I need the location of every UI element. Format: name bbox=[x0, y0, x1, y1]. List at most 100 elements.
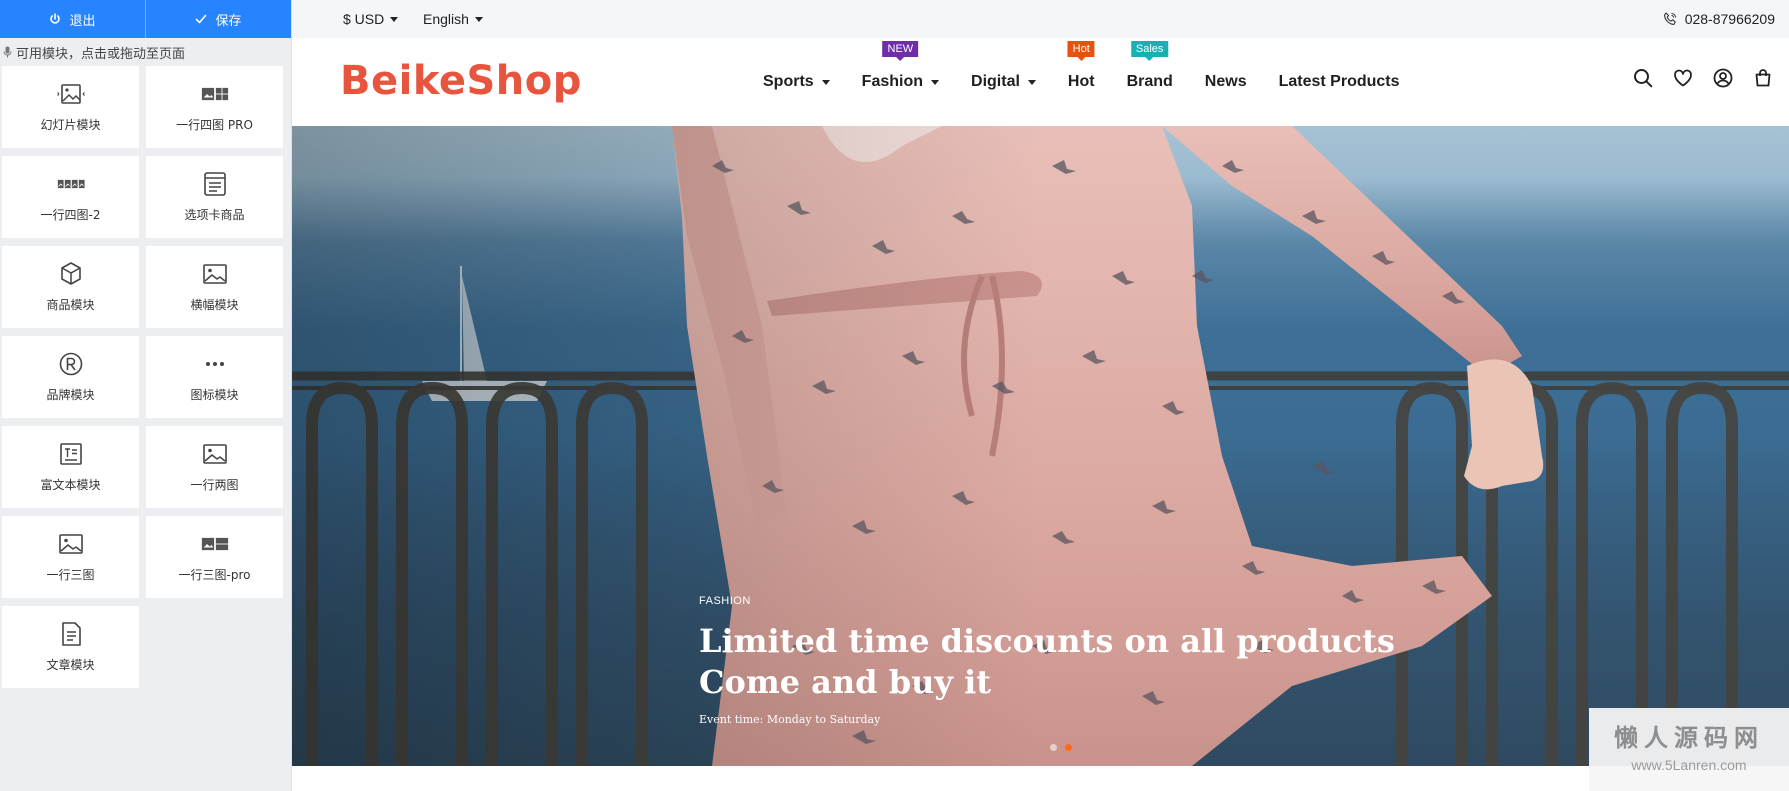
hero-category: FASHION bbox=[699, 595, 751, 607]
nav-badge-hot: Hot bbox=[1067, 41, 1095, 57]
module-article[interactable]: 文章模块 bbox=[2, 606, 139, 688]
nav-item-fashion[interactable]: NEW Fashion bbox=[861, 41, 940, 91]
nav-item-digital[interactable]: Digital bbox=[971, 73, 1036, 91]
nav-item-brand[interactable]: Sales Brand bbox=[1126, 41, 1173, 91]
hero-slideshow[interactable]: FASHION Limited time discounts on all pr… bbox=[292, 126, 1789, 766]
watermark-url: www.5Lanren.com bbox=[1631, 757, 1747, 773]
three-images-icon bbox=[58, 534, 83, 554]
site-logo[interactable]: BeikeShop bbox=[340, 58, 582, 104]
module-three-images-pro[interactable]: 一行三图-pro bbox=[146, 516, 283, 598]
user-icon[interactable] bbox=[1713, 68, 1733, 88]
tab-products-icon bbox=[203, 172, 226, 196]
module-label: 选项卡商品 bbox=[184, 208, 245, 222]
slide-pagination bbox=[1050, 744, 1072, 751]
nav-label: Digital bbox=[971, 73, 1020, 90]
heart-icon[interactable] bbox=[1673, 68, 1693, 88]
module-four-images-pro[interactable]: 一行四图 PRO bbox=[146, 66, 283, 148]
nav-item-sports[interactable]: Sports bbox=[763, 73, 830, 91]
module-hint-text: 可用模块，点击或拖动至页面 bbox=[16, 45, 186, 61]
module-rich-text[interactable]: 富文本模块 bbox=[2, 426, 139, 508]
phone-contact: 028-87966209 bbox=[1663, 11, 1775, 27]
language-label: English bbox=[423, 11, 469, 27]
check-icon bbox=[196, 14, 207, 24]
two-images-icon bbox=[202, 444, 227, 464]
slide-dot-active[interactable] bbox=[1065, 744, 1072, 751]
nav-item-hot[interactable]: Hot Hot bbox=[1067, 41, 1095, 91]
four-images-pro-icon bbox=[201, 87, 228, 101]
module-label: 一行四图 PRO bbox=[176, 118, 253, 132]
module-product[interactable]: 商品模块 bbox=[2, 246, 139, 328]
save-label: 保存 bbox=[215, 12, 242, 28]
nav-label: Fashion bbox=[861, 73, 924, 90]
module-label: 一行四图-2 bbox=[40, 208, 101, 222]
banner-image-icon bbox=[202, 264, 227, 284]
nav-label: News bbox=[1204, 73, 1247, 90]
language-dropdown[interactable]: English bbox=[423, 11, 483, 27]
currency-label: $ USD bbox=[343, 11, 385, 27]
module-hint: 可用模块，点击或拖动至页面 bbox=[0, 38, 291, 66]
module-label: 一行两图 bbox=[190, 478, 239, 492]
caret-down-icon bbox=[931, 79, 940, 85]
header-icons bbox=[1633, 68, 1773, 88]
module-brand[interactable]: 品牌模块 bbox=[2, 336, 139, 418]
watermark: 懒人源码网 www.5Lanren.com bbox=[1589, 708, 1789, 791]
hero-subtitle: Event time: Monday to Saturday bbox=[699, 713, 881, 726]
slide-dot[interactable] bbox=[1050, 744, 1057, 751]
page-content-start bbox=[292, 766, 1789, 791]
nav-label: Latest Products bbox=[1278, 73, 1400, 90]
module-two-images[interactable]: 一行两图 bbox=[146, 426, 283, 508]
module-tab-products[interactable]: 选项卡商品 bbox=[146, 156, 283, 238]
currency-dropdown[interactable]: $ USD bbox=[343, 11, 399, 27]
save-button[interactable]: 保存 bbox=[145, 0, 291, 38]
microphone-icon bbox=[3, 46, 12, 58]
module-label: 商品模块 bbox=[46, 298, 95, 312]
hero-title-line2: Come and buy it bbox=[699, 663, 991, 701]
module-label: 图标模块 bbox=[190, 388, 239, 402]
nav-badge-sales: Sales bbox=[1130, 41, 1169, 57]
product-box-icon bbox=[60, 262, 81, 285]
nav-label: Brand bbox=[1126, 73, 1173, 90]
article-icon bbox=[61, 622, 81, 646]
search-icon[interactable] bbox=[1633, 68, 1653, 88]
nav-item-news[interactable]: News bbox=[1205, 73, 1247, 91]
top-bar: $ USD English 028-87966209 bbox=[292, 0, 1789, 38]
four-images-icon bbox=[57, 179, 85, 189]
caret-down-icon bbox=[474, 16, 483, 22]
module-label: 品牌模块 bbox=[46, 388, 95, 402]
module-label: 富文本模块 bbox=[40, 478, 101, 492]
nav-item-latest-products[interactable]: Latest Products bbox=[1279, 73, 1400, 91]
caret-down-icon bbox=[390, 16, 399, 22]
module-label: 一行三图-pro bbox=[178, 568, 251, 582]
registered-brand-icon bbox=[59, 352, 82, 376]
caret-down-icon bbox=[821, 79, 830, 85]
editor-toolbar: 退出 保存 bbox=[0, 0, 291, 38]
hero-caption: FASHION Limited time discounts on all pr… bbox=[699, 595, 1395, 726]
exit-label: 退出 bbox=[69, 12, 96, 28]
module-slideshow[interactable]: 幻灯片模块 bbox=[2, 66, 139, 148]
watermark-title: 懒人源码网 bbox=[1614, 725, 1764, 752]
main-nav: Sports NEW Fashion Digital Hot Hot Sales… bbox=[763, 38, 1432, 126]
module-banner[interactable]: 横幅模块 bbox=[146, 246, 283, 328]
module-grid: 幻灯片模块 一行四图 PRO 一行四图-2 选项卡商品 商品模块 横幅模块 品牌… bbox=[0, 66, 291, 688]
three-images-pro-icon bbox=[201, 537, 228, 551]
module-four-images[interactable]: 一行四图-2 bbox=[2, 156, 139, 238]
module-label: 文章模块 bbox=[46, 658, 95, 672]
nav-badge-new: NEW bbox=[882, 41, 919, 57]
cart-icon[interactable] bbox=[1753, 68, 1773, 88]
rich-text-icon bbox=[59, 443, 82, 465]
module-label: 幻灯片模块 bbox=[40, 118, 101, 132]
nav-label: Sports bbox=[763, 73, 814, 90]
phone-icon bbox=[1663, 12, 1676, 26]
caret-down-icon bbox=[1027, 79, 1036, 85]
module-three-images[interactable]: 一行三图 bbox=[2, 516, 139, 598]
slideshow-icon bbox=[56, 84, 85, 104]
hero-title-line1: Limited time discounts on all products bbox=[699, 622, 1395, 660]
nav-label: Hot bbox=[1067, 73, 1095, 90]
power-icon bbox=[50, 13, 61, 24]
phone-number: 028-87966209 bbox=[1684, 11, 1775, 27]
module-label: 横幅模块 bbox=[190, 298, 239, 312]
module-panel: 退出 保存 可用模块，点击或拖动至页面 幻灯片模块 一行四图 PRO 一行四图-… bbox=[0, 0, 292, 791]
module-icons[interactable]: 图标模块 bbox=[146, 336, 283, 418]
storefront-preview: $ USD English 028-87966209 BeikeShop Spo… bbox=[292, 0, 1789, 791]
exit-button[interactable]: 退出 bbox=[0, 0, 145, 38]
